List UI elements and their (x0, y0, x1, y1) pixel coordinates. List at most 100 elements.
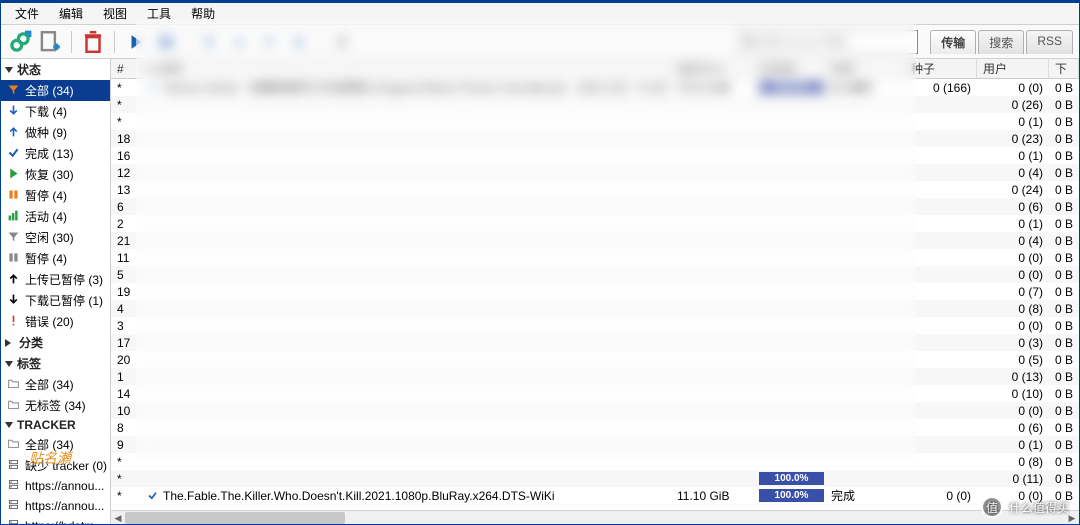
torrent-row[interactable]: 40 (8)0 B (111, 300, 1079, 317)
col-down[interactable]: 下 (1049, 59, 1079, 78)
torrent-row[interactable]: *0 (26)0 B (111, 96, 1079, 113)
settings-button[interactable] (329, 29, 355, 55)
sidebar-item[interactable]: https://annou... (1, 496, 110, 516)
sidebar-item[interactable]: 完成 (13) (1, 143, 110, 164)
sidebar-item[interactable]: https://annou... (1, 476, 110, 496)
move-up-button[interactable] (226, 29, 252, 55)
sidebar-item-label: https://annou... (25, 479, 104, 493)
bars-green-icon (7, 209, 20, 225)
sidebar-item[interactable]: 全部 (34) (1, 374, 110, 395)
torrent-row[interactable]: 90 (1)0 B (111, 436, 1079, 453)
torrent-row[interactable]: 30 (0)0 B (111, 317, 1079, 334)
torrent-row[interactable]: *100.0%0 (11)0 B (111, 470, 1079, 487)
torrent-row[interactable]: 160 (1)0 B (111, 147, 1079, 164)
torrent-row[interactable]: 10 (13)0 B (111, 368, 1079, 385)
torrent-row[interactable]: 190 (7)0 B (111, 283, 1079, 300)
torrent-row[interactable]: 170 (3)0 B (111, 334, 1079, 351)
smzdm-watermark: 值 什么值得买 (981, 496, 1069, 518)
scrollbar-thumb[interactable] (125, 512, 345, 524)
torrent-row[interactable]: 210 (4)0 B (111, 232, 1079, 249)
torrent-row[interactable]: 100 (0)0 B (111, 402, 1079, 419)
torrent-row[interactable]: 110 (0)0 B (111, 249, 1079, 266)
orange-watermark: 贴名瀬 (29, 448, 71, 468)
col-done[interactable]: 已完成 (753, 59, 825, 78)
sidebar-item-label: https://annou... (25, 499, 104, 513)
sidebar-item[interactable]: 空闲 (30) (1, 227, 110, 248)
filter-search-box[interactable] (738, 30, 918, 54)
section-TRACKER[interactable]: TRACKER (1, 416, 110, 434)
folder-icon (7, 437, 20, 453)
menu-视图[interactable]: 视图 (93, 3, 137, 24)
sidebar-item[interactable]: 全部 (34) (1, 80, 110, 101)
torrent-row[interactable]: 200 (5)0 B (111, 351, 1079, 368)
move-down-button[interactable] (256, 29, 282, 55)
torrent-row[interactable]: *0 (1)0 B (111, 113, 1079, 130)
section-标签[interactable]: 标签 (1, 353, 110, 374)
tab-传输[interactable]: 传输 (930, 30, 976, 54)
sort-asc-icon (147, 66, 155, 71)
torrent-row[interactable]: *0 (8)0 B (111, 453, 1079, 470)
add-link-button[interactable] (7, 29, 33, 55)
scroll-left-icon[interactable]: ◀ (111, 511, 125, 525)
torrent-row[interactable]: 180 (23)0 B (111, 130, 1079, 147)
torrent-row[interactable]: 140 (10)0 B (111, 385, 1079, 402)
folder-icon (7, 398, 20, 414)
torrent-row[interactable]: 20 (1)0 B (111, 215, 1079, 232)
column-headers[interactable]: # 名称 选定大小 已完成 状态 种子 用户 下 (111, 59, 1079, 79)
sidebar-item-label: 上传已暂停 (3) (25, 271, 103, 288)
filter-orange-icon (7, 83, 20, 99)
torrent-row[interactable]: 50 (0)0 B (111, 266, 1079, 283)
delete-button[interactable] (80, 29, 106, 55)
torrent-row[interactable]: *The.Fable.The.Killer.Who.Doesn't.Kill.2… (111, 487, 1079, 504)
sidebar-item-label: 恢复 (30) (25, 166, 74, 183)
torrent-row[interactable]: 130 (24)0 B (111, 181, 1079, 198)
torrent-row[interactable]: 80 (6)0 B (111, 419, 1079, 436)
torrent-row[interactable]: 120 (4)0 B (111, 164, 1079, 181)
server-icon (7, 518, 20, 524)
sidebar-item[interactable]: https://hdatm... (1, 516, 110, 524)
col-seeds[interactable]: 种子 (905, 59, 977, 78)
col-number[interactable]: # (111, 59, 141, 78)
sidebar-item[interactable]: 下载已暂停 (1) (1, 290, 110, 311)
menu-文件[interactable]: 文件 (5, 3, 49, 24)
sidebar-item[interactable]: 做种 (9) (1, 122, 110, 143)
torrent-row[interactable]: *Various Artists - 射雕英雄传之东成西就 (Original … (111, 79, 1079, 96)
arrow-up-black-icon (7, 272, 20, 288)
arrow-down-black-icon (7, 293, 20, 309)
menu-帮助[interactable]: 帮助 (181, 3, 225, 24)
check-icon (147, 82, 158, 93)
col-name[interactable]: 名称 (141, 59, 671, 78)
sidebar-item[interactable]: 恢复 (30) (1, 164, 110, 185)
exclaim-red-icon (7, 314, 20, 330)
move-bottom-button[interactable] (286, 29, 312, 55)
menu-工具[interactable]: 工具 (137, 3, 181, 24)
server-icon (7, 498, 20, 514)
filter-input[interactable] (756, 35, 913, 49)
sidebar-item[interactable]: 错误 (20) (1, 311, 110, 332)
sidebar-item[interactable]: 上传已暂停 (3) (1, 269, 110, 290)
col-size[interactable]: 选定大小 (671, 59, 753, 78)
sidebar-item[interactable]: 暂停 (4) (1, 185, 110, 206)
sidebar-item[interactable]: 无标签 (34) (1, 395, 110, 416)
pause-gray-icon (7, 251, 20, 267)
col-peers[interactable]: 用户 (977, 59, 1049, 78)
section-状态[interactable]: 状态 (1, 59, 110, 80)
horizontal-scrollbar[interactable]: ◀ ▶ (111, 510, 1079, 524)
chevron-icon (5, 361, 13, 367)
section-分类[interactable]: 分类 (1, 332, 110, 353)
sidebar-item[interactable]: 活动 (4) (1, 206, 110, 227)
col-status[interactable]: 状态 (825, 59, 905, 78)
menu-编辑[interactable]: 编辑 (49, 3, 93, 24)
torrent-row[interactable]: 60 (6)0 B (111, 198, 1079, 215)
sidebar-item-label: 全部 (34) (25, 82, 74, 99)
sidebar-item[interactable]: 下载 (4) (1, 101, 110, 122)
sidebar-item-label: https://hdatm... (25, 519, 104, 524)
sidebar-item[interactable]: 暂停 (4) (1, 248, 110, 269)
start-button[interactable] (123, 29, 149, 55)
add-file-button[interactable] (37, 29, 63, 55)
pause-button[interactable] (153, 29, 179, 55)
tab-搜索[interactable]: 搜索 (978, 30, 1024, 54)
tab-RSS[interactable]: RSS (1026, 30, 1073, 54)
move-top-button[interactable] (196, 29, 222, 55)
check-icon (147, 490, 158, 501)
